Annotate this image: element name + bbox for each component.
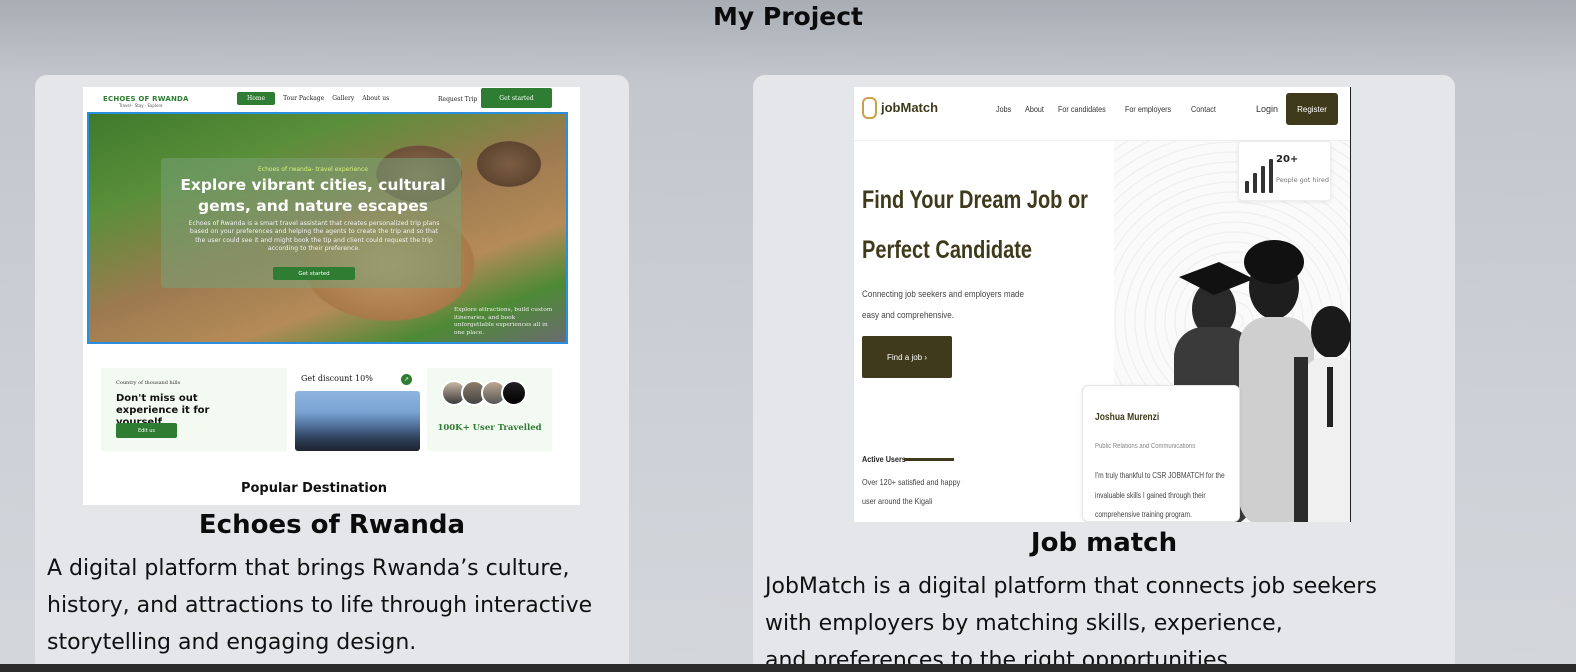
project-title: Job match xyxy=(1030,528,1178,558)
hero-eyebrow: Echoes of rwanda- travel experience xyxy=(258,166,368,173)
screenshot-request-trip: Request Trip xyxy=(438,96,478,103)
arrow-icon: ↗ xyxy=(401,374,412,385)
testimonial-card: Joshua Murenzi Public Relations and Comm… xyxy=(1082,385,1240,522)
screenshot-nav-links: Jobs About For candidates For employers … xyxy=(996,104,1220,114)
project-description: JobMatch is a digital platform that conn… xyxy=(765,568,1445,672)
screenshot-logo: jobMatch xyxy=(881,100,939,115)
screenshot-logo-sub: Travel · Stay · Explore xyxy=(119,103,163,108)
hero-text: Echoes of Rwanda is a smart travel assis… xyxy=(188,220,440,252)
hotel-image xyxy=(295,391,420,451)
testimonial-name: Joshua Murenzi xyxy=(1095,412,1160,423)
feature-card-discount: Get discount 10% ↗ xyxy=(293,368,421,451)
screenshot-get-started: Get started xyxy=(481,88,552,108)
screenshot-nav-contact: Contact xyxy=(1190,104,1216,114)
headline-line1: Find Your Dream Job or xyxy=(862,186,1088,214)
users-travelled: 100K+ User Travelled xyxy=(437,423,542,433)
jobmatch-logo-icon xyxy=(862,97,877,119)
hired-stat-number: 20+ xyxy=(1276,154,1299,165)
feature-card-eyebrow: Country of thousand hills xyxy=(116,380,181,386)
screenshot-feature-row: Country of thousand hills Don't miss out… xyxy=(101,368,552,451)
screenshot-nav-jobs: Jobs xyxy=(996,104,1012,114)
project-screenshot-echoes[interactable]: ECHOES OF RWANDA Travel · Stay · Explore… xyxy=(83,87,580,505)
testimonial-text: I'm truly thankful to CSR JOBMATCH for t… xyxy=(1095,471,1225,519)
project-description-line1: JobMatch is a digital platform that conn… xyxy=(765,574,1377,599)
page-title: My Project xyxy=(713,2,863,31)
screenshot-nav-candidates: For candidates xyxy=(1058,104,1106,114)
hero-side-text: Explore attractions, build custom itiner… xyxy=(454,307,553,336)
feature-card-users: 100K+ User Travelled xyxy=(427,368,552,451)
active-users-bar xyxy=(904,458,954,461)
hero-title: Explore vibrant cities, cultural gems, a… xyxy=(89,175,537,217)
hero-button: Get started xyxy=(273,267,355,280)
headline-line2: Perfect Candidate xyxy=(862,236,1033,264)
feature-card-button: Edit us xyxy=(116,423,177,438)
screenshot-nav-links: Home Tour Package Gallery About us xyxy=(237,92,389,105)
jobmatch-headline: Find Your Dream Job or Perfect Candidate xyxy=(862,175,1088,275)
viewport-bottom-edge xyxy=(0,664,1576,672)
screenshot-navbar: jobMatch Jobs About For candidates For e… xyxy=(854,87,1350,141)
project-card-job-match[interactable]: jobMatch Jobs About For candidates For e… xyxy=(753,75,1455,672)
find-job-button: Find a job › xyxy=(862,336,952,378)
avatar xyxy=(501,380,527,406)
popular-destination-heading: Popular Destination xyxy=(240,481,388,496)
screenshot-nav-gallery: Gallery xyxy=(332,95,355,102)
jobmatch-subtext: Connecting job seekers and employers mad… xyxy=(862,289,1025,321)
screenshot-hero: Echoes of rwanda- travel experience Expl… xyxy=(87,112,568,344)
screenshot-nav-about: About us xyxy=(362,95,390,102)
project-screenshot-jobmatch[interactable]: jobMatch Jobs About For candidates For e… xyxy=(854,87,1351,522)
screenshot-navbar: ECHOES OF RWANDA Travel · Stay · Explore… xyxy=(83,87,580,111)
screenshot-nav-employers: For employers xyxy=(1125,104,1172,114)
screenshot-login: Login xyxy=(1256,104,1279,114)
bar-chart-icon xyxy=(1245,159,1273,193)
project-description: A digital platform that brings Rwanda’s … xyxy=(47,556,593,655)
screenshot-nav-home: Home xyxy=(237,92,276,105)
screenshot-nav-tour: Tour Package xyxy=(283,95,325,102)
project-card-echoes-of-rwanda[interactable]: ECHOES OF RWANDA Travel · Stay · Explore… xyxy=(35,75,629,672)
hired-stat-card: 20+ People got hired xyxy=(1238,141,1331,201)
testimonial-role: Public Relations and Communications xyxy=(1095,443,1196,450)
feature-card-experience: Country of thousand hills Don't miss out… xyxy=(101,368,287,451)
screenshot-register: Register xyxy=(1286,93,1338,125)
hired-stat-label: People got hired xyxy=(1276,176,1329,184)
screenshot-logo: ECHOES OF RWANDA xyxy=(103,95,189,103)
active-users-text: Over 120+ satisfied and happy user aroun… xyxy=(862,477,961,506)
active-users-label: Active Users xyxy=(862,454,906,464)
hero-title-line1: Explore vibrant cities, cultural xyxy=(180,176,446,194)
screenshot-nav-about: About xyxy=(1024,104,1044,114)
project-title: Echoes of Rwanda xyxy=(198,510,466,540)
discount-title: Get discount 10% xyxy=(301,374,373,383)
hero-title-line2: gems, and nature escapes xyxy=(198,197,428,215)
project-description-line2: with employers by matching skills, exper… xyxy=(765,611,1283,636)
user-avatars xyxy=(441,380,527,406)
